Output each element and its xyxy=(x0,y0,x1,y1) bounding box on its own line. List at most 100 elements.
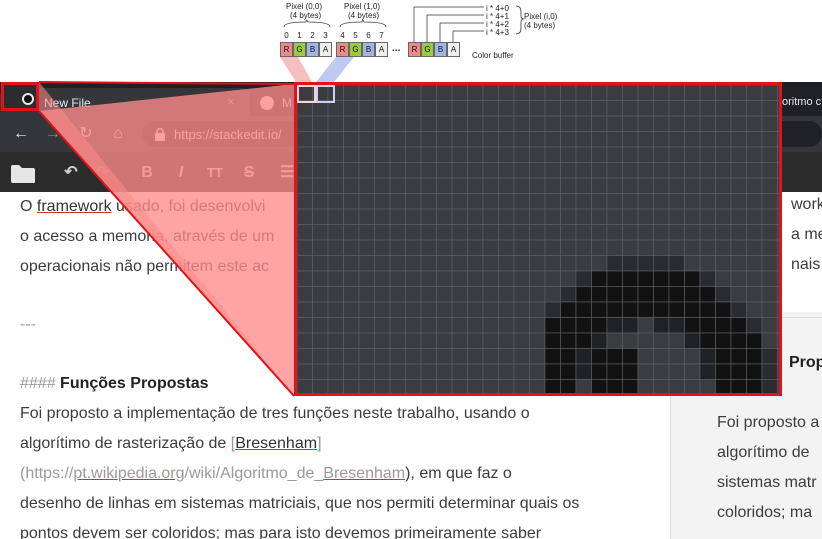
zoom-pixel xyxy=(420,115,437,132)
zoom-pixel xyxy=(560,379,577,393)
zoom-pixel xyxy=(529,85,546,101)
zoom-pixel xyxy=(622,379,639,393)
doc-line: pontos devem ser coloridos; mas para ist… xyxy=(20,525,542,539)
zoom-pixel xyxy=(653,301,670,318)
zoom-pixel xyxy=(513,115,530,132)
zoom-pixel xyxy=(560,100,577,117)
zoom-pixel xyxy=(482,348,499,365)
zoom-pixel xyxy=(622,100,639,117)
zoom-pixel xyxy=(777,115,779,132)
bold-button[interactable]: B xyxy=(136,162,158,184)
zoom-pixel xyxy=(560,239,577,256)
zoom-pixel xyxy=(668,270,685,287)
zoom-pixel xyxy=(637,270,654,287)
zoom-pixel xyxy=(544,208,561,225)
zoom-pixel xyxy=(327,177,344,194)
zoom-pixel xyxy=(653,317,670,334)
framework-link[interactable]: framework xyxy=(37,198,112,215)
github-icon xyxy=(22,93,34,105)
zoom-pixel xyxy=(420,332,437,349)
text: ), em que faz o xyxy=(405,465,512,482)
zoom-pixel xyxy=(436,317,453,334)
zoom-pixel xyxy=(544,162,561,179)
zoom-pixel xyxy=(420,177,437,194)
strikethrough-button[interactable]: S xyxy=(238,162,260,184)
zoom-pixel xyxy=(715,146,732,163)
heading-button[interactable]: TT xyxy=(204,162,226,184)
zoom-pixel xyxy=(327,162,344,179)
zoom-pixel xyxy=(389,193,406,210)
zoom-pixel xyxy=(544,85,561,101)
doc-line: algorítimo de rasterização de [Bresenham… xyxy=(20,429,322,459)
zoom-pixel xyxy=(374,177,391,194)
zoom-pixel xyxy=(436,255,453,272)
zoom-pixel xyxy=(327,239,344,256)
zoom-pixel xyxy=(405,379,422,393)
zoom-pixel xyxy=(715,208,732,225)
zoom-pixel xyxy=(637,348,654,365)
zoom-pixel xyxy=(498,332,515,349)
zoom-pixel xyxy=(312,332,329,349)
zoom-pixel xyxy=(746,115,763,132)
preview-line: coloridos; ma xyxy=(717,504,813,521)
zoom-pixel xyxy=(544,332,561,349)
zoom-pixel xyxy=(358,255,375,272)
zoom-pixel xyxy=(405,286,422,303)
zoom-pixel xyxy=(777,255,779,272)
zoom-pixel xyxy=(389,146,406,163)
zoom-pixel xyxy=(513,301,530,318)
zoom-pixel xyxy=(405,131,422,148)
zoom-pixel xyxy=(343,239,360,256)
zoom-pixel xyxy=(575,317,592,334)
close-icon[interactable]: × xyxy=(227,94,235,109)
zoom-pixel xyxy=(777,332,779,349)
wikipedia-link[interactable]: pt.wikipedia.org xyxy=(73,465,184,482)
tab-github[interactable]: M xyxy=(252,88,296,116)
zoom-pixel xyxy=(668,85,685,101)
zoom-pixel xyxy=(420,286,437,303)
bresenham-url-link[interactable]: Bresenham xyxy=(323,465,405,482)
zoom-pixel xyxy=(405,348,422,365)
zoom-pixel xyxy=(777,379,779,393)
folder-icon[interactable] xyxy=(10,164,36,184)
tab-algoritmo[interactable]: oritmo c xyxy=(782,88,822,116)
zoom-pixel xyxy=(297,286,313,303)
zoom-pixel xyxy=(436,224,453,241)
zoom-pixel xyxy=(560,224,577,241)
zoom-pixel xyxy=(544,224,561,241)
italic-button[interactable]: I xyxy=(170,162,192,184)
bresenham-link[interactable]: Bresenham xyxy=(235,435,317,452)
zoom-pixel xyxy=(343,363,360,380)
zoom-pixel xyxy=(777,193,779,210)
zoom-pixel xyxy=(358,208,375,225)
zoom-pixel xyxy=(467,131,484,148)
zoomed-pixel-view xyxy=(294,82,782,396)
zoom-pixel xyxy=(684,100,701,117)
home-button[interactable]: ⌂ xyxy=(107,123,129,145)
preview-line: a me xyxy=(791,226,822,243)
zoom-pixel xyxy=(606,146,623,163)
forward-button[interactable]: → xyxy=(42,123,64,145)
zoom-pixel xyxy=(513,208,530,225)
zoom-pixel xyxy=(297,332,313,349)
zoom-pixel xyxy=(451,100,468,117)
reload-button[interactable]: ↻ xyxy=(75,123,97,145)
redo-button[interactable]: ↷ xyxy=(92,162,114,184)
zoom-pixel xyxy=(684,363,701,380)
back-button[interactable]: ← xyxy=(10,123,32,145)
zoom-pixel xyxy=(761,177,778,194)
zoom-pixel xyxy=(343,270,360,287)
zoom-pixel xyxy=(420,379,437,393)
zoom-pixel xyxy=(358,286,375,303)
zoom-pixel xyxy=(405,115,422,132)
zoom-pixel xyxy=(297,317,313,334)
tab-label: M xyxy=(282,96,292,110)
undo-button[interactable]: ↶ xyxy=(60,162,82,184)
zoom-pixel xyxy=(436,286,453,303)
zoom-pixel xyxy=(544,363,561,380)
zoom-pixel xyxy=(653,348,670,365)
zoom-pixel xyxy=(420,146,437,163)
zoom-pixel xyxy=(653,177,670,194)
zoom-pixel xyxy=(312,379,329,393)
zoom-pixel xyxy=(746,162,763,179)
